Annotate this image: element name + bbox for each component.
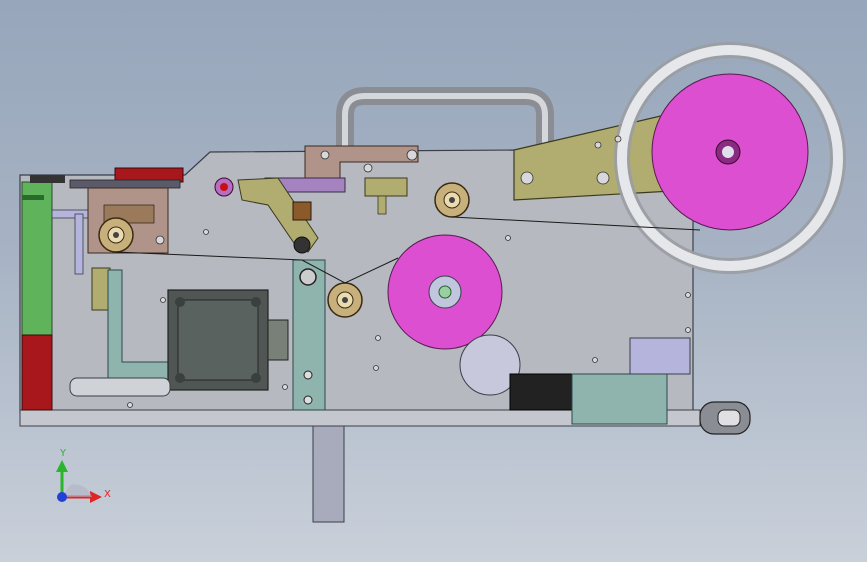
cad-drawing: Y X bbox=[19, 42, 846, 523]
carry-handle bbox=[336, 87, 554, 150]
side-block bbox=[629, 337, 691, 375]
control-box bbox=[571, 373, 668, 425]
drive-motor bbox=[509, 373, 573, 411]
coordinate-triad: Y X bbox=[56, 448, 111, 503]
axis-y-label: Y bbox=[59, 448, 67, 459]
cylinder bbox=[69, 377, 171, 397]
stand-leg bbox=[312, 423, 345, 523]
pinch-roller bbox=[293, 236, 311, 254]
red-panel bbox=[21, 334, 53, 411]
roller-left bbox=[98, 217, 134, 253]
roller-top bbox=[434, 182, 470, 218]
axis-x-label: X bbox=[104, 489, 111, 500]
olive-slot bbox=[91, 267, 111, 311]
vertical-guide bbox=[51, 209, 93, 219]
spring bbox=[292, 201, 312, 221]
end-knob bbox=[699, 401, 751, 435]
roller-mid bbox=[327, 282, 363, 318]
cad-viewport[interactable]: Y X bbox=[0, 0, 867, 562]
sensor-block bbox=[364, 177, 408, 197]
green-panel bbox=[21, 181, 53, 343]
green-panel-top bbox=[30, 175, 65, 183]
